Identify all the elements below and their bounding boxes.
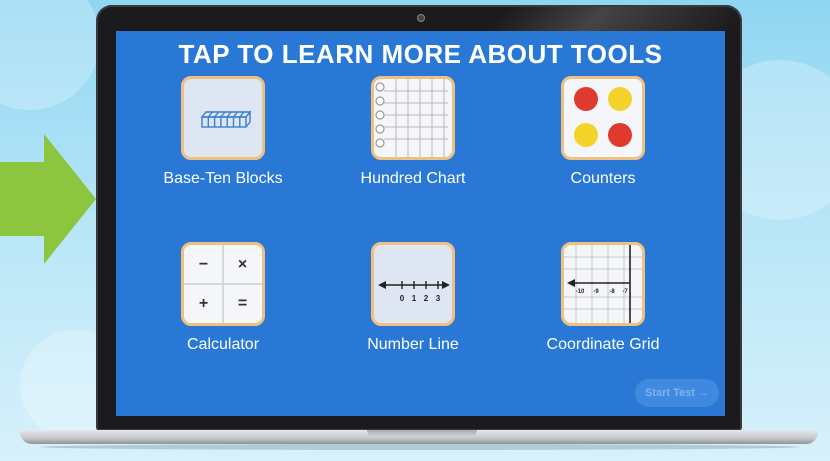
- tick-label: 1: [412, 294, 417, 303]
- base-ten-blocks-icon: [181, 76, 265, 160]
- minus-key: −: [198, 255, 209, 273]
- tool-calculator[interactable]: − × + = Calculator: [138, 242, 308, 354]
- app-screen: TAP TO LEARN MORE ABOUT TOOLS Base-Ten B…: [116, 31, 725, 416]
- tool-number-line[interactable]: 0 1 2 3 Number Line: [328, 242, 498, 354]
- tick-label: -10: [576, 289, 585, 295]
- tick-label: 3: [436, 294, 441, 303]
- tool-coordinate-grid[interactable]: -10 -9 -8 -7 Coordinate Grid: [518, 242, 688, 354]
- tool-label: Number Line: [367, 336, 459, 353]
- tick-label: -9: [593, 289, 599, 295]
- tool-base-ten-blocks[interactable]: Base-Ten Blocks: [138, 76, 308, 188]
- tool-counters[interactable]: Counters: [518, 76, 688, 188]
- tick-label: 2: [424, 294, 429, 303]
- equals-key: =: [237, 294, 248, 312]
- coordinate-grid-icon: -10 -9 -8 -7: [561, 242, 645, 326]
- page-title: TAP TO LEARN MORE ABOUT TOOLS: [178, 39, 663, 69]
- arrow-right-icon: [0, 134, 96, 264]
- tool-label: Base-Ten Blocks: [163, 170, 283, 187]
- tool-label: Counters: [570, 170, 636, 187]
- tick-label: -7: [622, 289, 628, 295]
- webcam-icon: [417, 14, 425, 22]
- laptop-shadow: [40, 444, 800, 450]
- tool-label: Hundred Chart: [360, 170, 466, 187]
- tool-label: Calculator: [186, 336, 260, 353]
- hundred-chart-icon: [371, 76, 455, 160]
- counters-icon: [561, 76, 645, 160]
- tool-hundred-chart[interactable]: Hundred Chart: [328, 76, 498, 188]
- number-line-icon: 0 1 2 3: [371, 242, 455, 326]
- plus-key: +: [198, 294, 209, 312]
- screen-glare: [491, 7, 749, 31]
- tick-label: 0: [400, 294, 405, 303]
- laptop-notch: [367, 430, 477, 437]
- tool-label: Coordinate Grid: [546, 336, 660, 353]
- background-bubble: [0, 0, 100, 110]
- tick-label: -8: [609, 289, 615, 295]
- multiply-key: ×: [237, 255, 248, 273]
- start-test-button[interactable]: Start Test →: [635, 379, 719, 407]
- calculator-icon: − × + =: [181, 242, 265, 326]
